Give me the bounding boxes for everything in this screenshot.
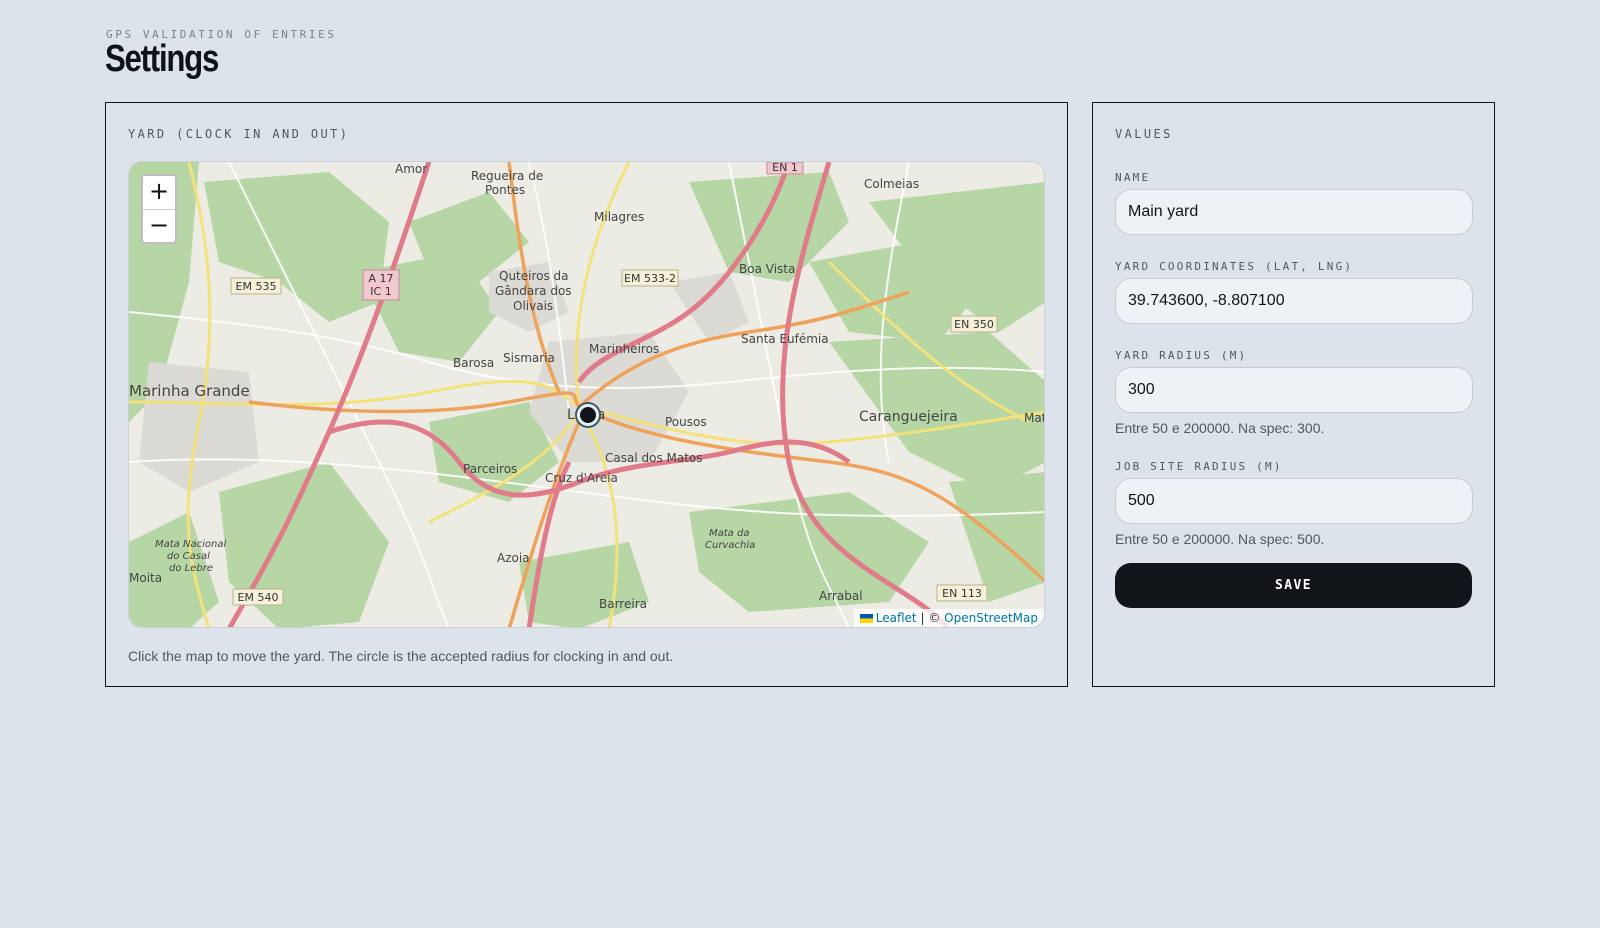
zoom-in-button[interactable]: + xyxy=(143,176,175,209)
attribution-separator: | © xyxy=(920,611,941,625)
svg-text:A 17: A 17 xyxy=(368,272,393,285)
svg-text:Quteiros da: Quteiros da xyxy=(499,269,569,283)
yard-section-label: YARD (CLOCK IN AND OUT) xyxy=(128,127,350,141)
svg-text:EM 540: EM 540 xyxy=(238,591,279,604)
ukraine-flag-icon xyxy=(859,614,873,623)
svg-text:Milagres: Milagres xyxy=(594,210,644,224)
map-hint: Click the map to move the yard. The circ… xyxy=(128,648,674,664)
job-radius-label: JOB SITE RADIUS (M) xyxy=(1115,460,1283,473)
yard-radius-label: YARD RADIUS (M) xyxy=(1115,349,1248,362)
svg-text:Santa Eufémia: Santa Eufémia xyxy=(741,332,829,346)
svg-text:Colmeias: Colmeias xyxy=(864,177,919,191)
yard-map-panel: YARD (CLOCK IN AND OUT) EM 535 A 17 IC 1… xyxy=(105,102,1068,687)
svg-text:Olivais: Olivais xyxy=(513,299,553,313)
map-tiles: EM 535 A 17 IC 1 EM 533-2 EN 1 EN 350 EM… xyxy=(129,162,1045,627)
save-button[interactable]: SAVE xyxy=(1115,563,1472,608)
svg-text:Cruz d'Areia: Cruz d'Areia xyxy=(545,471,618,485)
yard-radius-help: Entre 50 e 200000. Na spec: 300. xyxy=(1115,420,1325,436)
yard-radius-input[interactable]: 300 xyxy=(1115,367,1473,413)
job-radius-help: Entre 50 e 200000. Na spec: 500. xyxy=(1115,531,1325,547)
svg-text:Casal dos Matos: Casal dos Matos xyxy=(605,451,703,465)
svg-text:Caranguejeira: Caranguejeira xyxy=(859,409,958,425)
svg-text:Marinheiros: Marinheiros xyxy=(589,342,659,356)
svg-text:Parceiros: Parceiros xyxy=(463,462,517,476)
svg-text:Azoia: Azoia xyxy=(497,551,530,565)
svg-text:EM 535: EM 535 xyxy=(236,280,277,293)
values-section-label: VALUES xyxy=(1115,127,1173,141)
svg-text:Marinha Grande: Marinha Grande xyxy=(129,382,250,400)
page-title: Settings xyxy=(105,38,219,80)
svg-text:Pontes: Pontes xyxy=(485,183,525,197)
leaflet-link[interactable]: Leaflet xyxy=(876,611,917,625)
svg-text:EM 533-2: EM 533-2 xyxy=(624,272,676,285)
svg-text:do Casal: do Casal xyxy=(167,551,210,562)
svg-text:Curvachia: Curvachia xyxy=(705,540,755,551)
svg-text:Boa Vista: Boa Vista xyxy=(739,262,795,276)
svg-text:Moita: Moita xyxy=(129,571,162,585)
coords-label: YARD COORDINATES (LAT, LNG) xyxy=(1115,260,1354,273)
svg-text:EN 1: EN 1 xyxy=(772,162,798,174)
svg-text:Amor: Amor xyxy=(395,162,427,176)
svg-text:Sismaria: Sismaria xyxy=(503,351,555,365)
openstreetmap-link[interactable]: OpenStreetMap xyxy=(944,611,1038,625)
svg-text:Mata da: Mata da xyxy=(709,528,749,539)
map-attribution: Leaflet | © OpenStreetMap xyxy=(853,609,1044,627)
name-label: NAME xyxy=(1115,171,1151,184)
coords-input[interactable]: 39.743600, -8.807100 xyxy=(1115,278,1473,324)
yard-marker[interactable] xyxy=(577,404,599,426)
svg-text:IC 1: IC 1 xyxy=(370,285,391,298)
job-radius-input[interactable]: 500 xyxy=(1115,478,1473,524)
zoom-control: + − xyxy=(141,174,177,244)
svg-text:Regueira de: Regueira de xyxy=(471,169,543,183)
svg-text:Gândara dos: Gândara dos xyxy=(495,284,572,298)
yard-map[interactable]: EM 535 A 17 IC 1 EM 533-2 EN 1 EN 350 EM… xyxy=(128,161,1045,628)
svg-text:Arrabal: Arrabal xyxy=(819,589,863,603)
svg-text:EN 350: EN 350 xyxy=(954,318,994,331)
name-input[interactable]: Main yard xyxy=(1115,189,1473,235)
svg-text:Mata: Mata xyxy=(1024,411,1045,425)
svg-text:Barosa: Barosa xyxy=(453,356,494,370)
svg-text:Pousos: Pousos xyxy=(665,415,707,429)
values-panel: VALUES NAME Main yard YARD COORDINATES (… xyxy=(1092,102,1495,687)
svg-text:do Lebre: do Lebre xyxy=(169,563,213,574)
svg-text:Mata Nacional: Mata Nacional xyxy=(155,539,226,550)
svg-text:Barreira: Barreira xyxy=(599,597,647,611)
zoom-out-button[interactable]: − xyxy=(143,209,175,242)
svg-text:EN 113: EN 113 xyxy=(942,587,982,600)
